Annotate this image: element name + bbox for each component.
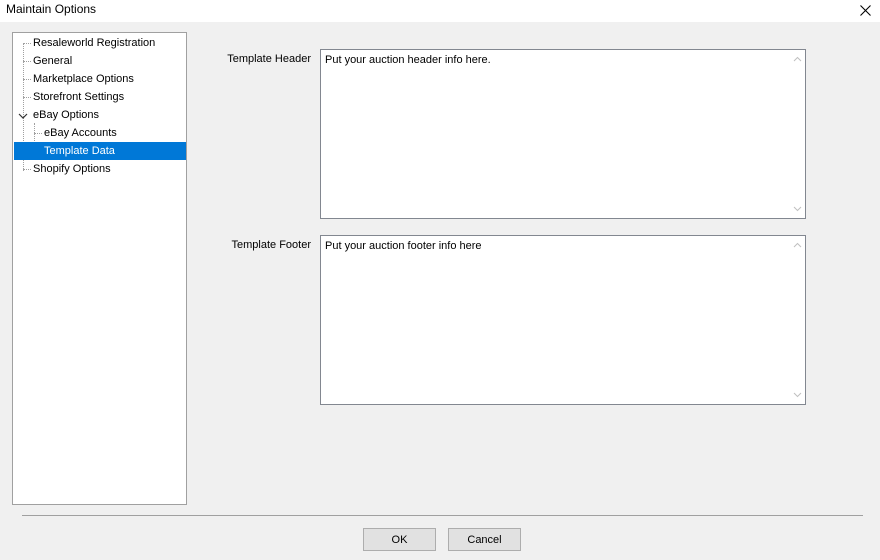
scroll-up-icon[interactable] bbox=[793, 55, 802, 64]
ok-button[interactable]: OK bbox=[363, 528, 436, 551]
template-header-label: Template Header bbox=[227, 53, 311, 65]
template-footer-value: Put your auction footer info here bbox=[325, 240, 482, 252]
close-icon bbox=[859, 4, 871, 16]
tree-item-ebay-accounts[interactable]: eBay Accounts bbox=[41, 124, 120, 142]
scroll-up-icon[interactable] bbox=[793, 241, 802, 250]
scroll-down-icon[interactable] bbox=[793, 390, 802, 399]
options-tree[interactable]: Resaleworld Registration General Marketp… bbox=[12, 32, 187, 505]
template-header-value: Put your auction header info here. bbox=[325, 54, 491, 66]
tree-item-marketplace-options[interactable]: Marketplace Options bbox=[30, 70, 137, 88]
close-button[interactable] bbox=[850, 0, 880, 20]
button-separator bbox=[22, 515, 863, 516]
title-bar: Maintain Options bbox=[0, 0, 880, 22]
template-footer-textarea[interactable]: Put your auction footer info here bbox=[320, 235, 806, 405]
chevron-down-icon[interactable] bbox=[18, 111, 28, 121]
tree-item-ebay-options[interactable]: eBay Options bbox=[30, 106, 102, 124]
tree-item-storefront-settings[interactable]: Storefront Settings bbox=[30, 88, 127, 106]
tree-item-shopify-options[interactable]: Shopify Options bbox=[30, 160, 114, 178]
window-title: Maintain Options bbox=[6, 2, 97, 16]
template-header-textarea[interactable]: Put your auction header info here. bbox=[320, 49, 806, 219]
tree-item-template-data[interactable]: Template Data bbox=[14, 142, 186, 160]
tree-item-general[interactable]: General bbox=[30, 52, 75, 70]
tree-item-resaleworld-registration[interactable]: Resaleworld Registration bbox=[30, 34, 158, 52]
template-footer-label: Template Footer bbox=[231, 239, 311, 251]
scroll-down-icon[interactable] bbox=[793, 204, 802, 213]
cancel-button[interactable]: Cancel bbox=[448, 528, 521, 551]
